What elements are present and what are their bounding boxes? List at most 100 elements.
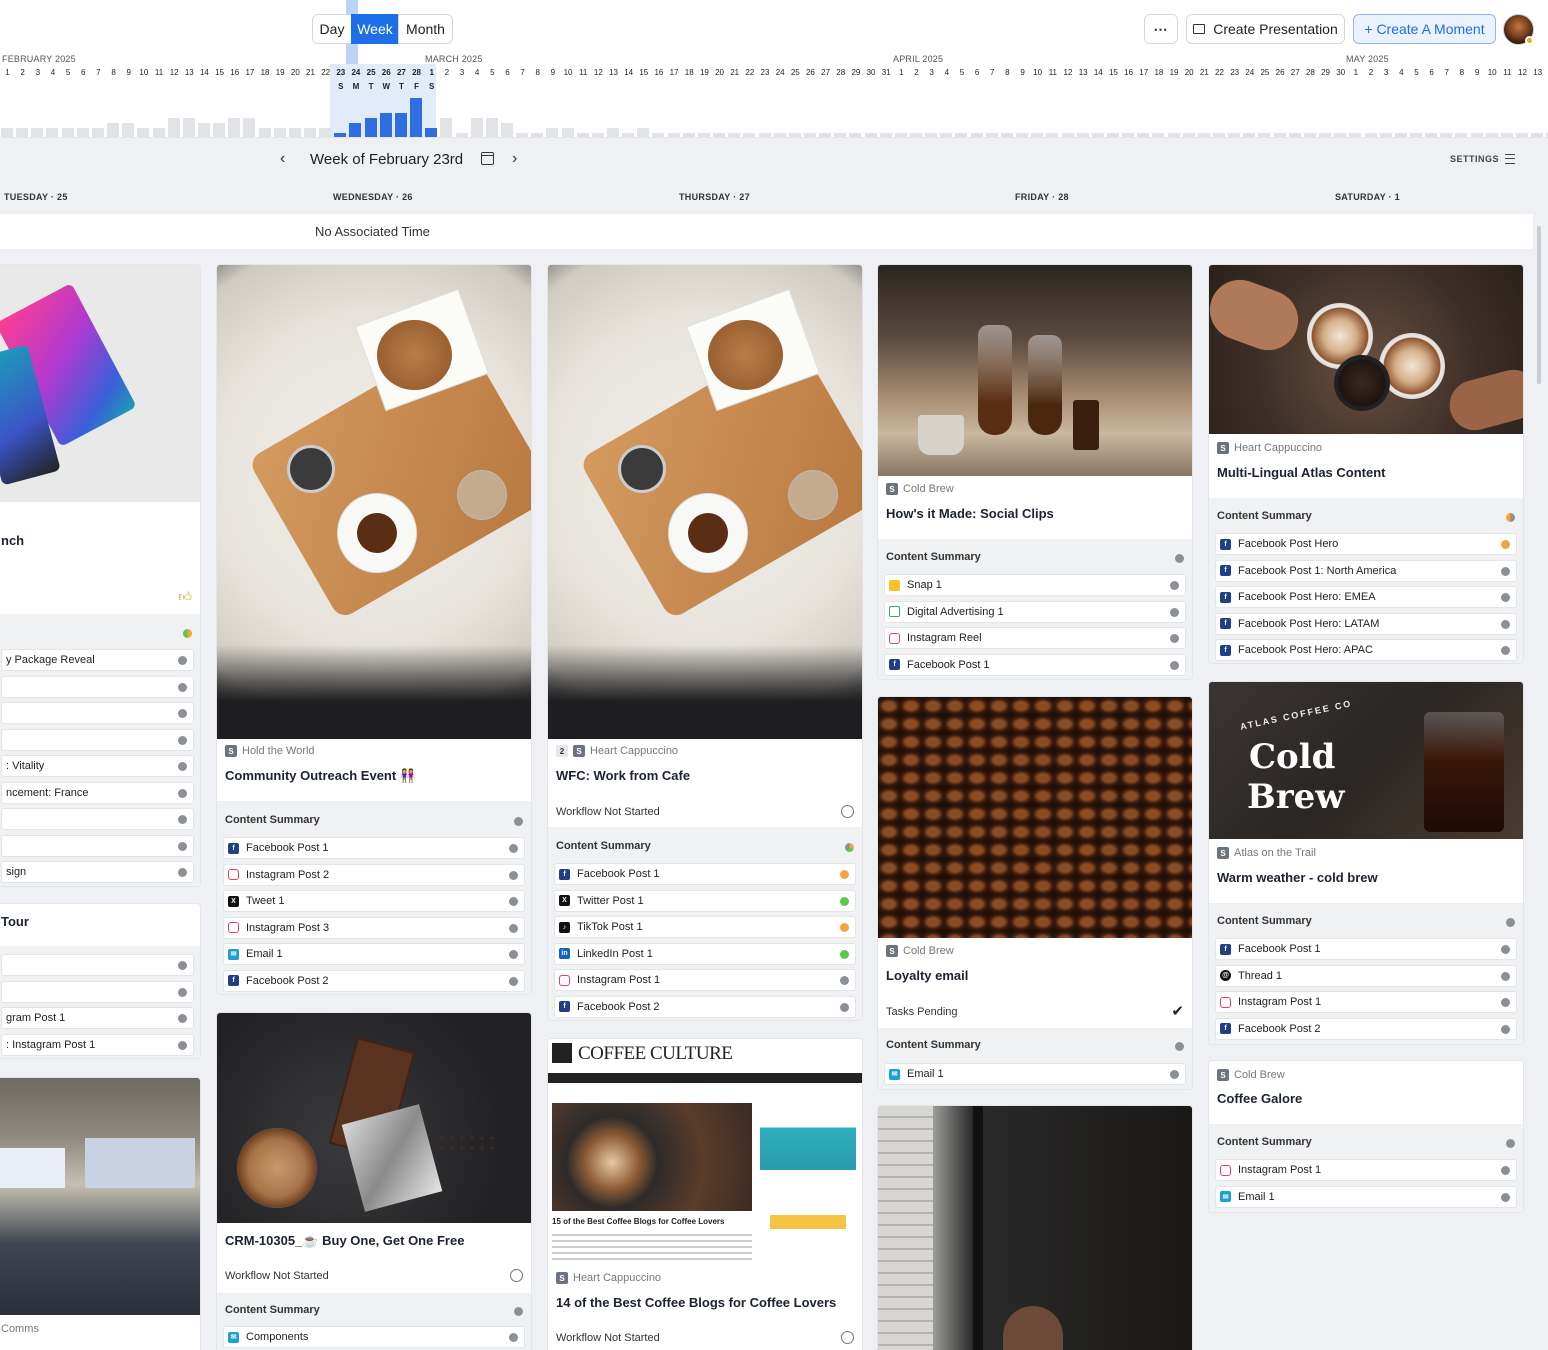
content-item[interactable] [1, 702, 194, 724]
timeline-day-number[interactable]: 17 [1136, 68, 1151, 77]
chevron-right-icon[interactable]: › [512, 150, 517, 168]
timeline-day-number[interactable]: 2 [909, 68, 924, 77]
timeline-activity-bar[interactable] [1, 128, 13, 137]
chevron-left-icon[interactable]: ‹ [280, 150, 285, 168]
timeline-day-number[interactable]: 19 [273, 68, 288, 77]
timeline-activity-bar[interactable] [152, 128, 165, 137]
timeline-day-number[interactable]: 7 [985, 68, 1000, 77]
timeline-day-number[interactable]: 8 [530, 68, 545, 77]
timeline-day-number[interactable]: 2 [15, 68, 30, 77]
scrollbar-thumb[interactable] [1537, 226, 1541, 384]
timeline-day-number[interactable]: 18 [1151, 68, 1166, 77]
timeline-activity-bar[interactable] [76, 128, 89, 137]
timeline-day-number[interactable]: 25 [364, 68, 379, 77]
timeline-day-number[interactable]: 19 [697, 68, 712, 77]
content-item[interactable]: X Tweet 1 [223, 890, 525, 912]
timeline-day-number[interactable]: 31 [879, 68, 894, 77]
timeline-day-number[interactable]: 7 [515, 68, 530, 77]
friday-card-loyalty-email[interactable]: S Cold Brew Loyalty email Tasks Pending ✔… [877, 696, 1193, 1090]
create-moment-button[interactable]: + Create A Moment [1353, 14, 1496, 44]
timeline-day-number[interactable]: 12 [167, 68, 182, 77]
timeline-day-number[interactable]: 2 [1364, 68, 1379, 77]
timeline-day-number[interactable]: 13 [606, 68, 621, 77]
content-item[interactable]: f Facebook Post 1 [554, 863, 856, 885]
timeline-activity-bar[interactable] [197, 123, 210, 137]
timeline-day-number[interactable]: 17 [667, 68, 682, 77]
content-item[interactable]: : Vitality [1, 755, 194, 777]
timeline-activity-bar[interactable] [470, 118, 483, 137]
timeline-day-number[interactable]: 5 [61, 68, 76, 77]
timeline-activity-bar[interactable] [107, 123, 120, 137]
timeline-day-number[interactable]: 13 [182, 68, 197, 77]
timeline-day-number[interactable]: 16 [1121, 68, 1136, 77]
workflow-status-ring-icon[interactable] [841, 1331, 854, 1344]
content-item[interactable]: f Facebook Post Hero: APAC [1215, 639, 1517, 661]
timeline-day-number[interactable]: 1 [894, 68, 909, 77]
timeline-day-number[interactable]: 23 [333, 68, 348, 77]
timeline-day-number[interactable]: 4 [45, 68, 60, 77]
content-item[interactable]: ncement: France [1, 781, 194, 804]
timeline-activity-bar[interactable] [394, 113, 407, 137]
timeline-day-number[interactable]: 1 [0, 68, 15, 77]
content-item[interactable]: X Twitter Post 1 [554, 889, 856, 912]
timeline-day-number[interactable]: 14 [197, 68, 212, 77]
wednesday-card-community-outreach[interactable]: S Hold the World Community Outreach Event… [216, 264, 532, 995]
timeline-day-number[interactable]: 16 [651, 68, 666, 77]
view-month-button[interactable]: Month [398, 14, 453, 44]
timeline-day-number[interactable]: 18 [258, 68, 273, 77]
timeline-day-number[interactable]: 12 [591, 68, 606, 77]
workflow-status-ring-icon[interactable] [510, 1269, 523, 1282]
timeline-activity-bar[interactable] [122, 123, 135, 137]
timeline-day-number[interactable]: 28 [1303, 68, 1318, 77]
timeline-day-number[interactable]: 8 [106, 68, 121, 77]
content-item[interactable]: ♪ TikTok Post 1 [554, 916, 856, 938]
timeline-activity-bar[interactable] [213, 123, 226, 137]
timeline-day-number[interactable]: 26 [379, 68, 394, 77]
content-item[interactable]: f Facebook Post 1 [223, 837, 525, 859]
tuesday-card-2[interactable]: Tour gram Post 1: Instagram Post 1 [0, 903, 201, 1059]
settings-button[interactable]: SETTINGS [1450, 154, 1516, 164]
timeline-day-number[interactable]: 13 [1530, 68, 1545, 77]
timeline-day-number[interactable]: 11 [152, 68, 167, 77]
content-item[interactable]: f Facebook Post 2 [554, 995, 856, 1018]
timeline-day-number[interactable]: 21 [1197, 68, 1212, 77]
content-item[interactable]: : Instagram Post 1 [1, 1033, 194, 1056]
saturday-card-coffee-galore[interactable]: S Cold Brew Coffee Galore Content Summary… [1208, 1060, 1524, 1213]
friday-card-social-clips[interactable]: S Cold Brew How's it Made: Social Clips C… [877, 264, 1193, 680]
timeline-day-number[interactable]: 15 [636, 68, 651, 77]
content-item[interactable]: f Facebook Post 1 [1215, 938, 1517, 960]
timeline-day-number[interactable]: 5 [954, 68, 969, 77]
timeline-day-number[interactable]: 18 [682, 68, 697, 77]
timeline-activity-bar[interactable] [304, 128, 316, 137]
timeline-activity-bar[interactable] [637, 128, 650, 137]
timeline-activity-bar[interactable] [16, 128, 29, 137]
timeline-day-number[interactable]: 9 [1015, 68, 1030, 77]
timeline-activity-bar[interactable] [440, 118, 453, 137]
saturday-card-cold-brew[interactable]: ATLAS COFFEE CO Cold Brew S Atlas on the … [1208, 681, 1524, 1045]
content-item[interactable] [1, 728, 194, 751]
content-item[interactable] [1, 675, 194, 698]
content-item[interactable]: f Facebook Post Hero: EMEA [1215, 586, 1517, 608]
timeline-day-number[interactable]: 17 [242, 68, 257, 77]
timeline-day-number[interactable]: 4 [939, 68, 954, 77]
checkmark-icon[interactable]: ✔ [1171, 1002, 1184, 1020]
tuesday-card-3[interactable]: Comms [0, 1077, 201, 1350]
timeline-day-number[interactable]: 8 [1454, 68, 1469, 77]
content-item[interactable]: f Facebook Post 2 [223, 969, 525, 992]
content-item[interactable]: Instagram Post 2 [223, 863, 525, 886]
timeline-day-number[interactable]: 14 [621, 68, 636, 77]
timeline-day-number[interactable]: 6 [76, 68, 91, 77]
content-item[interactable]: gram Post 1 [1, 1007, 194, 1029]
view-day-button[interactable]: Day [312, 14, 352, 44]
timeline-day-number[interactable]: 8 [1000, 68, 1015, 77]
timeline-day-number[interactable]: 16 [227, 68, 242, 77]
timeline-day-number[interactable]: 15 [1106, 68, 1121, 77]
thursday-card-coffee-blogs[interactable]: COFFEE CULTURE 15 of the Best Coffee Blo… [547, 1038, 863, 1350]
timeline-activity-bar[interactable] [258, 128, 271, 137]
timeline-day-number[interactable]: 1 [424, 68, 439, 77]
timeline-day-number[interactable]: 15 [212, 68, 227, 77]
timeline-day-number[interactable]: 24 [773, 68, 788, 77]
calendar-icon[interactable] [481, 152, 494, 165]
timeline-activity-bar[interactable] [182, 118, 195, 137]
timeline-activity-bar[interactable] [243, 118, 256, 137]
